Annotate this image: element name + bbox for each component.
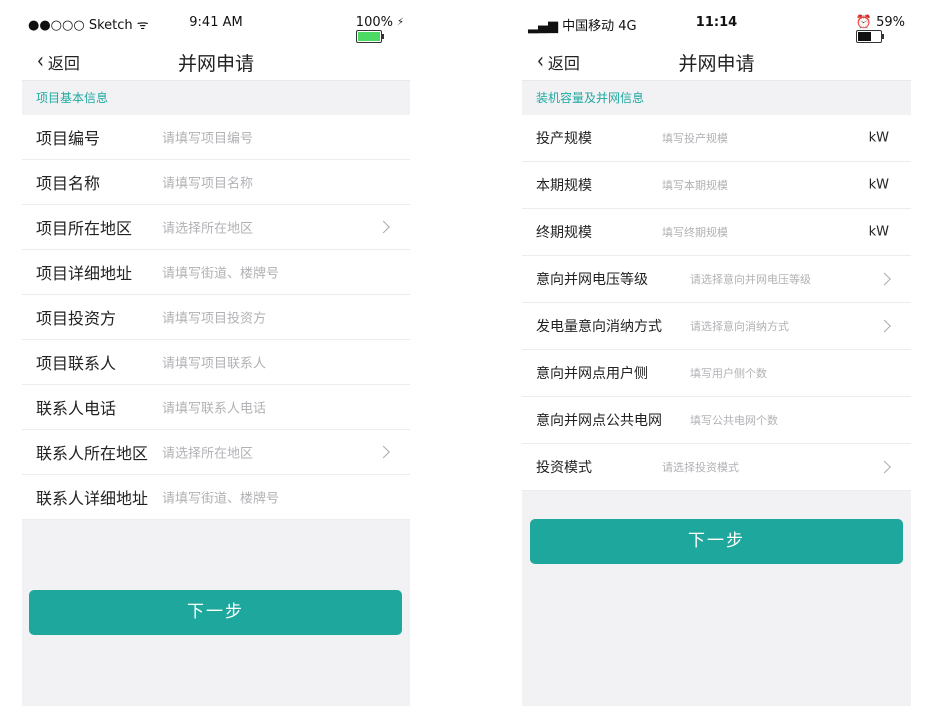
form-row[interactable]: 意向并网电压等级 请选择意向并网电压等级 (522, 256, 911, 303)
form-row[interactable]: 项目详细地址 请填写街道、楼牌号 (22, 250, 410, 295)
select-field[interactable]: 请选择意向消纳方式 (690, 318, 789, 334)
field-label: 本期规模 (536, 178, 592, 194)
text-input[interactable]: 填写公共电网个数 (690, 412, 778, 428)
unit-label: kW (868, 177, 889, 193)
status-time: 11:14 (695, 15, 738, 30)
charging-icon: ⚡ (396, 17, 404, 28)
battery-percent: ⏰ 59% (855, 15, 905, 30)
field-label: 联系人详细地址 (36, 489, 149, 508)
status-bar: ●●○○○ Sketch ᯤ 9:41 AM 100% ⚡ (22, 0, 410, 44)
field-label: 意向并网点用户侧 (536, 366, 648, 382)
unit-label: kW (868, 224, 889, 240)
select-field[interactable]: 请选择投资模式 (662, 459, 739, 475)
text-input[interactable]: 请填写街道、楼牌号 (162, 263, 279, 282)
text-input[interactable]: 请填写项目投资方 (162, 308, 266, 327)
text-input[interactable]: 请填写项目编号 (162, 128, 253, 147)
field-label: 终期规模 (536, 225, 592, 241)
phone-screen-left: ●●○○○ Sketch ᯤ 9:41 AM 100% ⚡ ‹ 返回 并网申请 … (22, 0, 410, 706)
form-row[interactable]: 项目名称 请填写项目名称 (22, 160, 410, 205)
field-label: 项目名称 (36, 174, 101, 193)
field-label: 项目所在地区 (36, 219, 133, 238)
text-input[interactable]: 填写投产规模 (662, 130, 728, 146)
field-label: 联系人电话 (36, 399, 117, 418)
next-step-button[interactable]: 下一步 (29, 590, 402, 635)
text-input[interactable]: 填写用户侧个数 (690, 365, 767, 381)
text-input[interactable]: 填写终期规模 (662, 224, 728, 240)
chevron-right-icon (884, 322, 893, 331)
select-field[interactable]: 请选择意向并网电压等级 (690, 271, 811, 287)
select-field[interactable]: 请选择所在地区 (162, 443, 253, 462)
text-input[interactable]: 请填写项目联系人 (162, 353, 266, 372)
form-list: 项目编号 请填写项目编号 项目名称 请填写项目名称 项目所在地区 请选择所在地区 项目详细地… (22, 115, 410, 520)
form-row[interactable]: 意向并网点公共电网 填写公共电网个数 (522, 397, 911, 444)
status-time: 9:41 AM (189, 15, 243, 30)
form-row[interactable]: 项目投资方 请填写项目投资方 (22, 295, 410, 340)
form-row[interactable]: 项目编号 请填写项目编号 (22, 115, 410, 160)
form-row[interactable]: 投产规模 填写投产规模 kW (522, 115, 911, 162)
page-title: 并网申请 (678, 53, 755, 75)
form-row[interactable]: 投资模式 请选择投资模式 (522, 444, 911, 491)
navigation-bar: ‹ 返回 并网申请 (522, 44, 911, 80)
form-row[interactable]: 发电量意向消纳方式 请选择意向消纳方式 (522, 303, 911, 350)
form-row[interactable]: 终期规模 填写终期规模 kW (522, 209, 911, 256)
form-row[interactable]: 项目所在地区 请选择所在地区 (22, 205, 410, 250)
field-label: 投资模式 (536, 460, 592, 476)
text-input[interactable]: 请填写项目名称 (162, 173, 253, 192)
next-step-button[interactable]: 下一步 (530, 519, 903, 564)
form-row[interactable]: 意向并网点用户侧 填写用户侧个数 (522, 350, 911, 397)
status-bar: ▂▄▆ 中国移动 4G 11:14 ⏰ 59% (522, 0, 911, 44)
battery-status: ⏰ 59% (855, 15, 905, 43)
form-list: 投产规模 填写投产规模 kW 本期规模 填写本期规模 kW 终期规模 填写终期规模 kW 意向并网… (522, 115, 911, 491)
section-header: 装机容量及并网信息 (522, 80, 911, 115)
field-label: 意向并网电压等级 (536, 272, 648, 288)
select-field[interactable]: 请选择所在地区 (162, 218, 253, 237)
chevron-right-icon (884, 463, 893, 472)
battery-fill (357, 32, 380, 41)
battery-percent: 100% (355, 15, 393, 30)
form-row[interactable]: 联系人所在地区 请选择所在地区 (22, 430, 410, 475)
text-input[interactable]: 请填写联系人电话 (162, 398, 266, 417)
field-label: 项目编号 (36, 129, 101, 148)
text-input[interactable]: 请填写街道、楼牌号 (162, 488, 279, 507)
form-row[interactable]: 联系人详细地址 请填写街道、楼牌号 (22, 475, 410, 520)
navigation-bar: ‹ 返回 并网申请 (22, 44, 410, 80)
section-header: 项目基本信息 (22, 80, 410, 115)
unit-label: kW (868, 130, 889, 146)
form-row[interactable]: 本期规模 填写本期规模 kW (522, 162, 911, 209)
battery-icon (855, 30, 884, 43)
phone-screen-right: ▂▄▆ 中国移动 4G 11:14 ⏰ 59% ‹ 返回 并网申请 装机容量及并… (522, 0, 911, 706)
field-label: 意向并网点公共电网 (536, 413, 662, 429)
battery-icon (355, 30, 384, 43)
form-row[interactable]: 联系人电话 请填写联系人电话 (22, 385, 410, 430)
field-label: 项目联系人 (36, 354, 117, 373)
field-label: 投产规模 (536, 131, 592, 147)
chevron-right-icon (383, 223, 392, 232)
form-row[interactable]: 项目联系人 请填写项目联系人 (22, 340, 410, 385)
chevron-right-icon (884, 275, 893, 284)
field-label: 项目详细地址 (36, 264, 133, 283)
field-label: 联系人所在地区 (36, 444, 149, 463)
battery-status: 100% ⚡ (355, 15, 404, 43)
text-input[interactable]: 填写本期规模 (662, 177, 728, 193)
field-label: 项目投资方 (36, 309, 117, 328)
battery-fill (857, 32, 871, 41)
field-label: 发电量意向消纳方式 (536, 319, 662, 335)
chevron-right-icon (383, 448, 392, 457)
page-title: 并网申请 (177, 53, 254, 75)
